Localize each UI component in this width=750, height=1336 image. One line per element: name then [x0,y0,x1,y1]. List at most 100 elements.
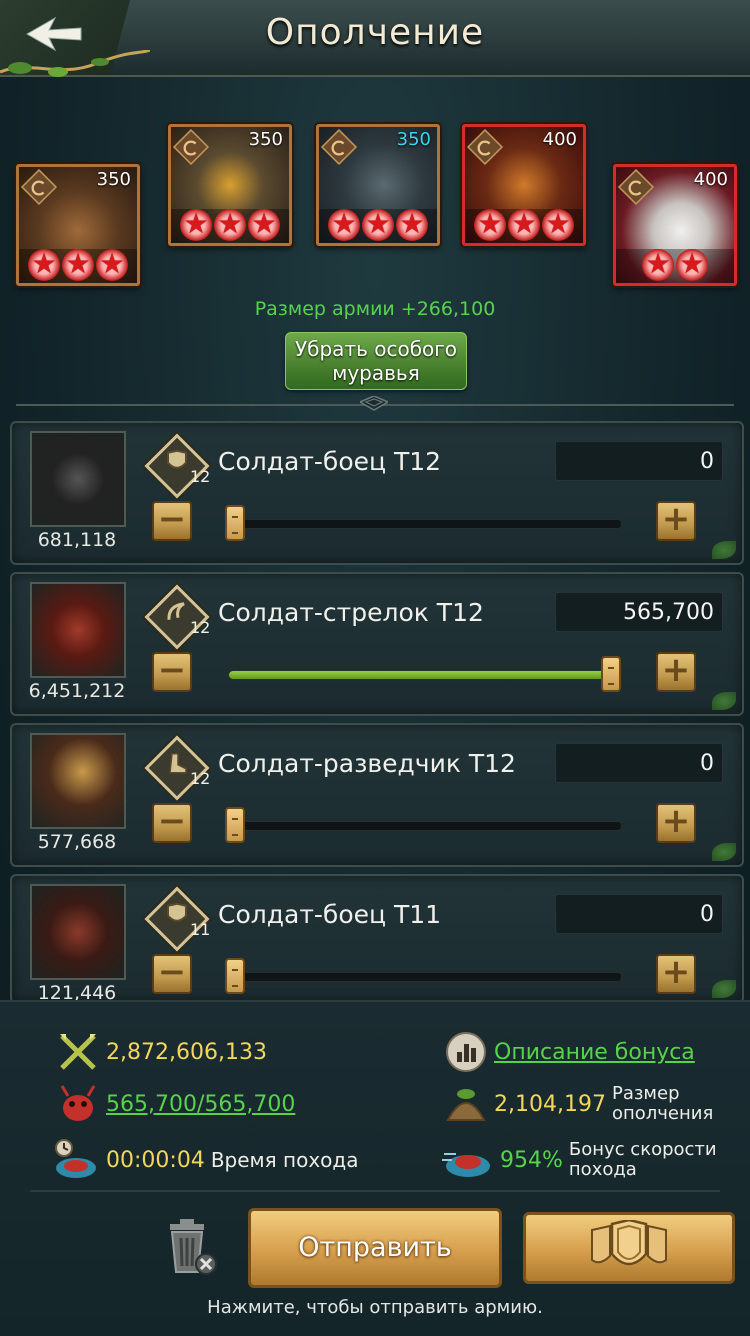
march-time-stat: 00:00:04 Время похода [50,1138,358,1182]
troop-tier: 12 [190,467,211,486]
special-ant-level: 350 [396,129,431,150]
troop-tier: 12 [190,618,211,637]
troop-type-badge [144,584,210,650]
troop-available-count: 6,451,212 [28,680,126,702]
troop-type-badge [144,433,210,499]
triple-shield-icon [591,1220,667,1266]
increase-button[interactable]: + [656,954,696,994]
troop-slider[interactable] [225,505,622,541]
leaf-decoration [712,541,736,559]
march-time-label: Время похода [210,1148,359,1172]
troop-available-count: 577,668 [37,831,117,853]
troop-name: Солдат-стрелок T12 [218,598,484,627]
increase-button[interactable]: + [656,803,696,843]
speed-ant-icon [440,1138,494,1182]
troop-card: 681,118 12 Солдат-боец T12 0 − + [10,421,744,565]
remove-special-ant-button[interactable]: Убрать особого муравья [285,332,467,390]
special-ant-slot[interactable]: 400 ★ ★ ★ [462,124,586,246]
slider-handle[interactable] [225,958,245,994]
troop-portrait [30,582,126,678]
send-hint-text: Нажмите, чтобы отправить армию. [207,1297,543,1318]
troop-type-badge [144,735,210,801]
special-ant-slot[interactable]: 350 ★ ★ ★ [316,124,440,246]
special-ant-level: 350 [96,169,131,190]
bar-chart-icon [444,1030,488,1074]
troop-name: Солдат-боец T12 [218,447,442,476]
troop-portrait [30,733,126,829]
vine-decoration [0,50,150,77]
crossed-swords-icon [56,1030,100,1074]
power-stat: 2,872,606,133 [56,1030,267,1074]
slider-handle[interactable] [225,807,245,843]
march-time-value: 00:00:04 [106,1147,205,1173]
send-army-button[interactable]: Отправить [248,1208,502,1288]
slider-handle[interactable] [225,505,245,541]
troop-slider[interactable] [225,807,622,843]
power-value: 2,872,606,133 [106,1039,267,1065]
troop-slider[interactable] [225,958,622,994]
increase-button[interactable]: + [656,652,696,692]
boot-icon [169,753,187,774]
troop-name: Солдат-разведчик T12 [218,749,516,778]
troop-type-badge [144,886,210,952]
speed-bonus-stat: 954% Бонус скорости похода [440,1138,739,1182]
decrease-button[interactable]: − [152,954,192,994]
star-rating: ★ ★ ★ [465,209,583,243]
troop-slider[interactable] [228,656,622,692]
special-ant-slot[interactable]: 350 ★ ★ ★ [16,164,140,286]
troop-quantity-input[interactable]: 565,700 [555,592,723,632]
leaf-decoration [712,843,736,861]
trash-icon[interactable] [160,1216,220,1280]
militia-size-label: Размер ополчения [611,1083,714,1124]
speed-bonus-label: Бонус скорости похода [568,1139,717,1180]
star-icon: ★ [474,209,506,241]
troop-tier: 11 [190,920,211,939]
leaf-decoration [712,980,736,998]
troop-tier: 12 [190,769,211,788]
special-ant-level: 350 [248,129,283,150]
troop-quantity-input[interactable]: 0 [555,441,723,481]
page-title: Ополчение [265,12,485,53]
special-ant-slot[interactable]: 350 ★ ★ ★ [168,124,292,246]
marching-ant-clock-icon [50,1138,100,1182]
militia-size-stat: 2,104,197 Размер ополчения [444,1082,722,1126]
bonus-description-stat[interactable]: Описание бонуса [444,1030,695,1074]
troop-name: Солдат-боец T11 [218,900,442,929]
army-size-bonus: Размер армии +266,100 [254,298,496,320]
special-ant-level: 400 [693,169,728,190]
slider-handle[interactable] [601,656,621,692]
formation-button[interactable] [523,1212,735,1284]
star-icon: ★ [396,209,428,241]
leaf-decoration [712,692,736,710]
troops-ratio-link[interactable]: 565,700/565,700 [106,1092,295,1117]
special-ant-level: 400 [542,129,577,150]
decrease-button[interactable]: − [152,501,192,541]
troop-portrait [30,884,126,980]
star-icon: ★ [642,249,674,281]
star-rating: ★ ★ ★ [171,209,289,243]
star-icon: ★ [542,209,574,241]
special-ant-slot[interactable]: 400 ★ ★ [613,164,737,286]
header-bar: Ополчение [0,0,750,77]
star-icon: ★ [28,249,60,281]
troop-quantity-input[interactable]: 0 [555,743,723,783]
anthill-icon [444,1082,488,1126]
star-icon: ★ [180,209,212,241]
star-icon: ★ [362,209,394,241]
militia-size-value: 2,104,197 [494,1091,606,1117]
decrease-button[interactable]: − [152,803,192,843]
divider-ornament [360,396,388,411]
decrease-button[interactable]: − [152,652,192,692]
star-rating: ★ ★ ★ [19,249,137,283]
shield-icon [167,449,187,469]
star-icon: ★ [328,209,360,241]
bonus-description-link[interactable]: Описание бонуса [494,1040,695,1065]
star-rating: ★ ★ ★ [319,209,437,243]
speed-bonus-value: 954% [500,1147,563,1173]
troop-card: 6,451,212 12 Солдат-стрелок T12 565,700 … [10,572,744,716]
ant-head-icon [56,1082,100,1126]
increase-button[interactable]: + [656,501,696,541]
star-icon: ★ [508,209,540,241]
troop-quantity-input[interactable]: 0 [555,894,723,934]
troop-portrait [30,431,126,527]
